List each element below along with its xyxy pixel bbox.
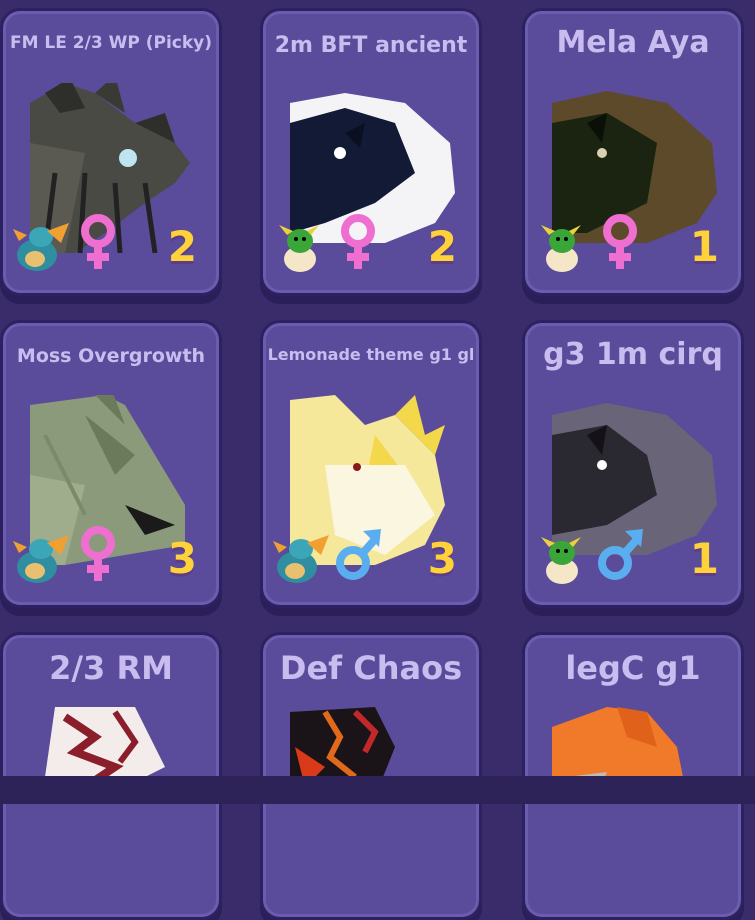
- pet-name: 2/3 RM: [49, 649, 173, 687]
- adult-dragon-icon: [13, 535, 69, 583]
- female-icon: [81, 214, 115, 269]
- pet-name: Moss Overgrowth: [16, 345, 206, 367]
- pet-card[interactable]: 2m BFT ancient 2: [260, 8, 482, 296]
- pet-name: Mela Aya: [556, 25, 710, 60]
- pet-card[interactable]: Lemonade theme g1 gl 3: [260, 320, 482, 608]
- female-icon: [81, 526, 115, 581]
- hatchling-egg-icon: [279, 225, 319, 272]
- pet-count: 2: [167, 222, 197, 271]
- male-icon: [336, 529, 381, 580]
- bottom-bar: [0, 776, 755, 804]
- adult-dragon-icon: [13, 223, 69, 271]
- pet-name: Def Chaos: [279, 649, 463, 687]
- pet-name: Lemonade theme g1 gl: [267, 345, 475, 364]
- pet-count: 3: [427, 534, 457, 583]
- adult-dragon-icon: [273, 535, 329, 583]
- pet-count: 1: [689, 222, 719, 271]
- pet-card[interactable]: g3 1m cirq 1: [522, 320, 744, 608]
- pet-name: g3 1m cirq: [543, 337, 723, 372]
- pet-name: FM LE 2/3 WP (Picky): [9, 33, 213, 53]
- pet-count: 3: [167, 534, 197, 583]
- hatchling-egg-icon: [541, 225, 581, 272]
- pet-count: 2: [427, 222, 457, 271]
- pet-card[interactable]: FM LE 2/3 WP (Picky) 2: [0, 8, 222, 296]
- pet-count: 1: [689, 534, 719, 583]
- pet-name: legC g1: [565, 649, 701, 687]
- male-icon: [598, 529, 643, 580]
- pet-name: 2m BFT ancient: [274, 33, 468, 58]
- female-icon: [341, 214, 375, 269]
- pet-card[interactable]: Mela Aya 1: [522, 8, 744, 296]
- pet-inventory-grid: FM LE 2/3 WP (Picky) 2 2m BFT ancient 2 …: [0, 0, 755, 920]
- hatchling-egg-icon: [541, 537, 581, 584]
- pet-card[interactable]: Moss Overgrowth 3: [0, 320, 222, 608]
- female-icon: [603, 214, 637, 269]
